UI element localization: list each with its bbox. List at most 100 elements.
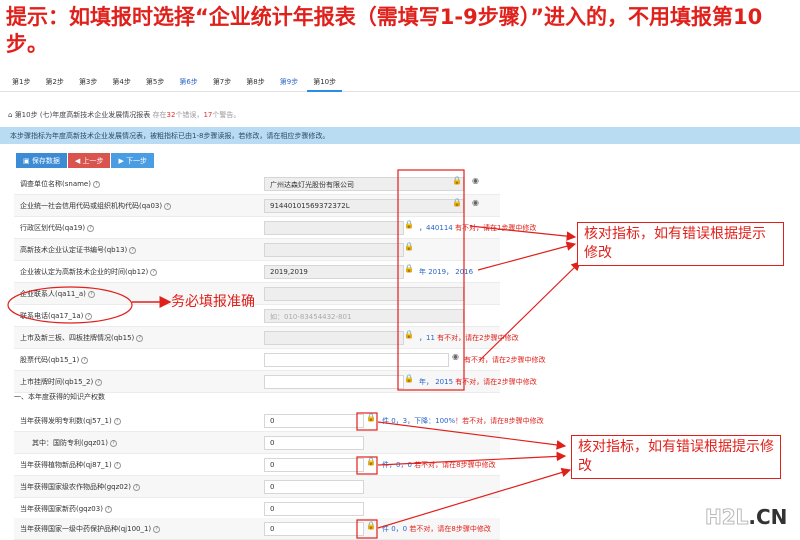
field-label: 当年获得国家级农作物品种(gqz02)? — [20, 482, 140, 492]
eye-icon[interactable]: ◉ — [452, 352, 459, 361]
tab-step-2[interactable]: 第2步 — [39, 70, 69, 92]
error-count-suffix: 个错误， — [175, 111, 204, 119]
prev-button[interactable]: ◀ 上一步 — [67, 153, 111, 168]
tab-step-4[interactable]: 第4步 — [106, 70, 136, 92]
tab-step-3[interactable]: 第3步 — [73, 70, 103, 92]
phone-field[interactable]: 如：010-83454432-801 — [264, 309, 464, 323]
next-button[interactable]: ▶ 下一步 — [111, 153, 155, 168]
breadcrumb-title: 第10步 (七)年度高新技术企业发展情况报表 — [14, 111, 151, 119]
tab-step-9[interactable]: 第9步 — [274, 70, 304, 92]
help-icon[interactable]: ? — [132, 483, 140, 491]
tab-step-5[interactable]: 第5步 — [140, 70, 170, 92]
help-icon[interactable]: ? — [81, 356, 89, 364]
form-row-qj87: 当年获得植物新品种(qj87_1)? 0 🔒 件，0，0 若不对，请在8步骤中修… — [14, 454, 500, 476]
qb13-field[interactable] — [264, 243, 404, 257]
toolbar: ▣ 保存数据 ◀ 上一步 ▶ 下一步 — [16, 153, 155, 168]
field-label: 其中：国防专利(gqz01)? — [32, 438, 117, 448]
field-label: 企业联系人(qa11_a)? — [20, 289, 95, 299]
lock-icon: 🔒 — [366, 457, 376, 466]
validation-hint: ，11 有不对，请在2步骤中修改 — [419, 334, 519, 342]
field-label: 上市及新三板、四板挂牌情况(qb15)? — [20, 333, 144, 343]
help-icon[interactable]: ? — [95, 378, 103, 386]
tab-step-1[interactable]: 第1步 — [6, 70, 36, 92]
help-icon[interactable]: ? — [87, 290, 95, 298]
field-label: 上市挂牌时间(qb15_2)? — [20, 377, 103, 387]
form-row-gqz03: 当年获得国家新药(gqz03)? 0 — [14, 498, 500, 520]
tab-step-8[interactable]: 第8步 — [240, 70, 270, 92]
help-icon[interactable]: ? — [87, 224, 95, 232]
lock-icon: 🔒 — [404, 374, 414, 383]
form-row-qb12: 企业被认定为高新技术企业的时间(qb12)? 2019,2019 🔒 年 201… — [14, 261, 500, 283]
help-icon[interactable]: ? — [104, 505, 112, 513]
help-icon[interactable]: ? — [164, 202, 172, 210]
field-label: 当年获得国家新药(gqz03)? — [20, 504, 112, 514]
save-button[interactable]: ▣ 保存数据 — [16, 153, 67, 168]
must-fill-note: 务必填报准确 — [171, 294, 255, 310]
gqz03-field[interactable]: 0 — [264, 502, 364, 516]
qj57-field[interactable]: 0 — [264, 414, 364, 428]
home-icon: ⌂ — [8, 111, 13, 119]
warning-count-suffix: 个警告。 — [212, 111, 241, 119]
field-label: 当年获得国家一级中药保护品种(qj100_1)? — [20, 524, 161, 534]
step-tabs: 第1步 第2步 第3步 第4步 第5步 第6步 第7步 第8步 第9步 第10步 — [0, 70, 800, 92]
field-label: 调查单位名称(sname)? — [20, 179, 100, 189]
help-icon[interactable]: ? — [129, 246, 137, 254]
stock-code-field[interactable] — [264, 353, 449, 367]
instruction-banner: 提示：如填报时选择“企业统计年报表（需填写1-9步骤）”进入的，不用填报第10步… — [6, 5, 763, 56]
contact-person-field[interactable] — [264, 287, 464, 301]
validation-hint: 年， 2015 有不对，请在2步骤中修改 — [419, 378, 537, 386]
lock-icon: 🔒 — [404, 330, 414, 339]
qb12-field[interactable]: 2019,2019 — [264, 265, 404, 279]
field-label: 股票代码(qb15_1)? — [20, 355, 89, 365]
lock-icon: 🔒 — [366, 413, 376, 422]
lock-icon: 🔒 — [452, 198, 462, 207]
lock-icon: 🔒 — [404, 264, 414, 273]
check-note-top: 核对指标，如有错误根据提示修改 — [577, 222, 784, 266]
lock-icon: 🔒 — [404, 242, 414, 251]
qb15-field[interactable] — [264, 331, 404, 345]
watermark-left: H2L — [704, 505, 749, 530]
tab-step-6[interactable]: 第6步 — [173, 70, 203, 92]
help-icon[interactable]: ? — [85, 312, 93, 320]
eye-icon[interactable]: ◉ — [472, 198, 479, 207]
validation-hint: 件 0，0 若不对，请在8步骤中修改 — [382, 525, 491, 533]
form-row-sname: 调查单位名称(sname)? 广州达森灯光股份有限公司 🔒 ◉ — [14, 173, 500, 195]
form-row-qa17: 联系电话(qa17_1a)? 如：010-83454432-801 — [14, 305, 500, 327]
help-icon[interactable]: ? — [113, 417, 121, 425]
qa03-field[interactable]: 91440101569372372L — [264, 199, 464, 213]
listing-date-field[interactable] — [264, 375, 404, 389]
field-label: 当年获得植物新品种(qj87_1)? — [20, 460, 121, 470]
gqz01-field[interactable]: 0 — [264, 436, 364, 450]
validation-hint: 件 0，3，下降：100%！若不对，请在8步骤中修改 — [382, 417, 544, 425]
breadcrumb: ⌂ 第10步 (七)年度高新技术企业发展情况报表 存在32个错误，17个警告。 — [8, 110, 240, 120]
eye-icon[interactable]: ◉ — [472, 176, 479, 185]
validation-hint: 年 2019， 2016 — [419, 268, 474, 276]
qa19-field[interactable] — [264, 221, 404, 235]
tab-step-10[interactable]: 第10步 — [307, 70, 343, 92]
help-icon[interactable]: ? — [113, 461, 121, 469]
form-row-qj100: 当年获得国家一级中药保护品种(qj100_1)? 0 🔒 件 0，0 若不对，请… — [14, 518, 500, 540]
field-label: 联系电话(qa17_1a)? — [20, 311, 93, 321]
help-icon[interactable]: ? — [153, 525, 161, 533]
sname-field[interactable]: 广州达森灯光股份有限公司 — [264, 177, 464, 191]
section-heading: 一、本年度获得的知识产权数 — [14, 393, 105, 401]
help-icon[interactable]: ? — [92, 180, 100, 188]
qj100-field[interactable]: 0 — [264, 522, 364, 536]
save-button-label: 保存数据 — [31, 157, 60, 165]
form-row-qj57: 当年获得发明专利数(qj57_1)? 0 🔒 件 0，3，下降：100%！若不对… — [14, 410, 544, 432]
next-button-label: 下一步 — [126, 157, 148, 165]
form-row-qb15_2: 上市挂牌时间(qb15_2)? 🔒 年， 2015 有不对，请在2步骤中修改 — [14, 371, 537, 393]
error-count-prefix: 存在 — [152, 111, 167, 119]
help-icon[interactable]: ? — [109, 439, 117, 447]
help-icon[interactable]: ? — [150, 268, 158, 276]
form-row-qb15_1: 股票代码(qb15_1)? ◉ 有不对，请在2步骤中修改 — [14, 349, 545, 371]
lock-icon: 🔒 — [366, 521, 376, 530]
tab-step-7[interactable]: 第7步 — [207, 70, 237, 92]
lock-icon: 🔒 — [452, 176, 462, 185]
notice-bar: 本步骤指标为年度高新技术企业发展情况表，被粗指标已由1-8步骤读报，若修改，请在… — [0, 127, 800, 144]
help-icon[interactable]: ? — [136, 334, 144, 342]
field-label: 企业被认定为高新技术企业的时间(qb12)? — [20, 267, 158, 277]
prev-button-label: 上一步 — [82, 157, 104, 165]
gqz02-field[interactable]: 0 — [264, 480, 364, 494]
qj87-field[interactable]: 0 — [264, 458, 364, 472]
